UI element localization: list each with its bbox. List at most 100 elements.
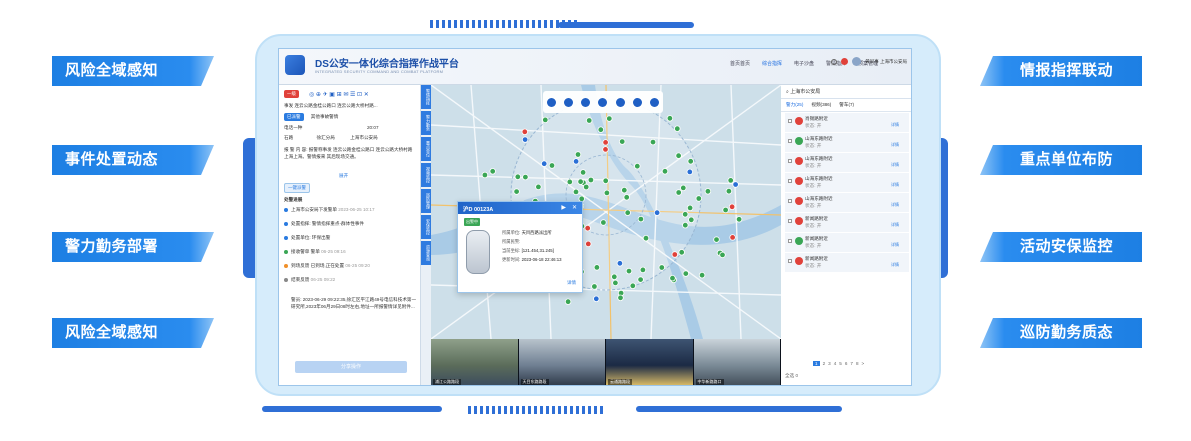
checkbox[interactable]	[788, 239, 792, 243]
tool-layer-icon[interactable]	[632, 97, 642, 107]
map-marker[interactable]	[587, 176, 595, 184]
page-button[interactable]: 1	[813, 361, 820, 366]
page-button[interactable]: 7	[850, 361, 853, 366]
map-marker[interactable]	[579, 169, 587, 176]
map-marker[interactable]	[624, 209, 631, 216]
map-marker[interactable]	[649, 138, 657, 146]
vertical-tab[interactable]: 警情指挥	[421, 85, 431, 109]
notification-icon[interactable]	[841, 58, 849, 65]
map-marker[interactable]	[603, 189, 611, 197]
map-marker[interactable]	[572, 158, 580, 165]
checkbox[interactable]	[788, 219, 792, 223]
map-marker[interactable]	[675, 189, 682, 196]
vertical-tab[interactable]: 视频监控	[421, 163, 431, 187]
map-marker[interactable]	[542, 116, 549, 124]
item-detail-link[interactable]: 详情	[891, 261, 899, 268]
map-marker[interactable]	[521, 128, 528, 135]
tool-camera-icon[interactable]	[581, 97, 591, 107]
map-marker[interactable]	[564, 298, 572, 305]
map-marker[interactable]	[671, 251, 678, 258]
tool-police-icon[interactable]	[547, 97, 557, 107]
checkbox[interactable]	[788, 159, 792, 163]
map-marker[interactable]	[593, 295, 600, 302]
list-item[interactable]: 新闻路附近 状态: 开详情	[785, 233, 909, 252]
map-marker[interactable]	[735, 216, 743, 223]
map-marker[interactable]	[704, 188, 712, 195]
map-marker[interactable]	[612, 279, 619, 287]
checkbox[interactable]	[788, 139, 792, 143]
map-marker[interactable]	[602, 177, 609, 184]
item-detail-link[interactable]: 详情	[891, 241, 899, 248]
video-feed[interactable]: 天目东路路段	[518, 339, 606, 385]
item-detail-link[interactable]: 详情	[891, 221, 899, 228]
map-marker[interactable]	[639, 266, 647, 274]
map-marker[interactable]	[577, 178, 584, 185]
map-marker[interactable]	[682, 270, 689, 277]
map-marker[interactable]	[481, 171, 489, 179]
page-button[interactable]: 6	[845, 361, 848, 366]
map-marker[interactable]	[729, 234, 736, 241]
map-marker[interactable]	[719, 251, 726, 259]
user-label[interactable]: 黄同事 上海市公安局	[865, 59, 907, 65]
map-marker[interactable]	[681, 211, 689, 218]
item-detail-link[interactable]: 详情	[891, 181, 899, 188]
resource-tab[interactable]: 视频(386)	[811, 102, 831, 108]
map-marker[interactable]	[727, 177, 734, 184]
map-marker[interactable]	[566, 178, 573, 186]
page-button[interactable]: 8	[856, 361, 859, 366]
map-marker[interactable]	[623, 194, 630, 201]
map-marker[interactable]	[522, 173, 529, 181]
item-detail-link[interactable]: 详情	[891, 161, 899, 168]
map-marker[interactable]	[582, 183, 590, 191]
map-marker[interactable]	[602, 146, 609, 153]
nav-item[interactable]: 电子沙盘	[791, 58, 817, 69]
map-marker[interactable]	[625, 267, 633, 275]
map-marker[interactable]	[722, 206, 729, 214]
map-marker[interactable]	[642, 234, 650, 242]
popup-detail-link[interactable]: 详情	[567, 280, 576, 286]
map-marker[interactable]	[616, 260, 624, 267]
map-marker[interactable]	[600, 219, 607, 226]
map-marker[interactable]	[572, 188, 580, 196]
map-marker[interactable]	[653, 209, 661, 216]
map-marker[interactable]	[725, 187, 733, 195]
city-map[interactable]: 沪D 00123A ▶ ✕ 出警中 所属单位: 天目西路派出所 所属民警: 当前坐…	[431, 85, 781, 339]
map-marker[interactable]	[661, 168, 669, 175]
page-button[interactable]: 4	[834, 361, 837, 366]
search-icon[interactable]	[831, 58, 838, 65]
page-button[interactable]: >	[862, 361, 865, 366]
checkbox[interactable]	[788, 119, 792, 123]
map-marker[interactable]	[548, 162, 556, 169]
map-marker[interactable]	[686, 168, 693, 176]
map-marker[interactable]	[593, 264, 601, 271]
video-feed[interactable]: 浦江公路路段	[431, 339, 519, 385]
resource-tab[interactable]: 警车(7)	[839, 102, 854, 108]
resource-tab[interactable]: 警力(25)	[786, 102, 803, 108]
list-item[interactable]: 山海东路附近 状态: 开详情	[785, 133, 909, 152]
map-search-input[interactable]: ⌕ 上海市公安局	[781, 85, 911, 99]
nav-item[interactable]: 综合指挥	[759, 58, 785, 69]
map-marker[interactable]	[611, 273, 618, 280]
map-marker[interactable]	[666, 115, 674, 122]
vertical-tab[interactable]: 安保监控	[421, 215, 431, 239]
map-marker[interactable]	[732, 181, 739, 188]
map-marker[interactable]	[513, 188, 520, 195]
panel-toolbar-icons[interactable]: ◎ ⊕ ✈ ▣ ⊞ ✉ ☰ ⊡ ✕	[309, 91, 369, 98]
map-marker[interactable]	[634, 162, 641, 170]
tool-patrol-icon[interactable]	[615, 97, 625, 107]
map-marker[interactable]	[695, 195, 702, 202]
map-marker[interactable]	[680, 184, 687, 192]
map-marker[interactable]	[618, 138, 626, 145]
map-marker[interactable]	[540, 160, 548, 167]
map-marker[interactable]	[617, 294, 624, 301]
tool-filter-icon[interactable]	[649, 97, 659, 107]
vertical-tab[interactable]: 重点单位	[421, 137, 431, 161]
map-marker[interactable]	[688, 216, 695, 223]
list-item[interactable]: 山海东路附近 状态: 开详情	[785, 193, 909, 212]
dispatch-button[interactable]: 一键派警	[284, 183, 310, 193]
expand-link[interactable]: 展开	[339, 173, 348, 179]
list-item[interactable]: 新闻路附近 状态: 开详情	[785, 213, 909, 232]
video-feed[interactable]: 云通路路段	[606, 339, 694, 385]
page-button[interactable]: 2	[823, 361, 826, 366]
list-item[interactable]: 山海东路附近 状态: 开详情	[785, 173, 909, 192]
